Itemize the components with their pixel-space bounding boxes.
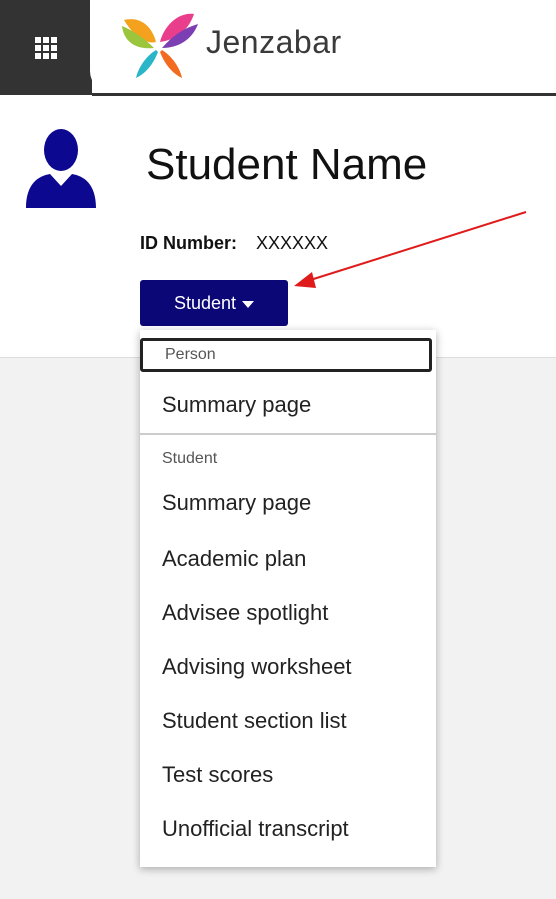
id-label: ID Number: (140, 233, 238, 253)
butterfly-logo-icon (122, 13, 198, 78)
menu-item-test-scores[interactable]: Test scores (140, 762, 436, 788)
top-bar: Jenzabar (0, 0, 556, 96)
apps-grid-icon (35, 36, 57, 59)
menu-item-person-summary[interactable]: Summary page (140, 392, 436, 418)
student-role-dropdown-button[interactable]: Student (140, 280, 288, 326)
person-avatar-icon (26, 129, 96, 208)
caret-down-icon (242, 300, 255, 308)
student-name: Student Name (146, 140, 428, 189)
menu-item-advising-worksheet[interactable]: Advising worksheet (140, 654, 436, 680)
annotation-arrow-icon (294, 211, 527, 288)
menu-item-advisee-spotlight[interactable]: Advisee spotlight (140, 600, 436, 626)
brand-name: Jenzabar (206, 24, 342, 60)
menu-group-header-student: Student (162, 450, 218, 467)
menu-group-header-person: Person (140, 338, 432, 372)
menu-divider (140, 433, 436, 435)
menu-item-student-section-list[interactable]: Student section list (140, 708, 436, 734)
student-role-label: Student (173, 292, 237, 313)
menu-item-unofficial-transcript[interactable]: Unofficial transcript (140, 816, 436, 842)
role-dropdown-menu: Person Summary page Student Summary page… (140, 330, 436, 867)
apps-menu-button[interactable] (0, 0, 92, 95)
menu-item-student-summary[interactable]: Summary page (140, 490, 436, 516)
menu-item-academic-plan[interactable]: Academic plan (140, 546, 436, 572)
